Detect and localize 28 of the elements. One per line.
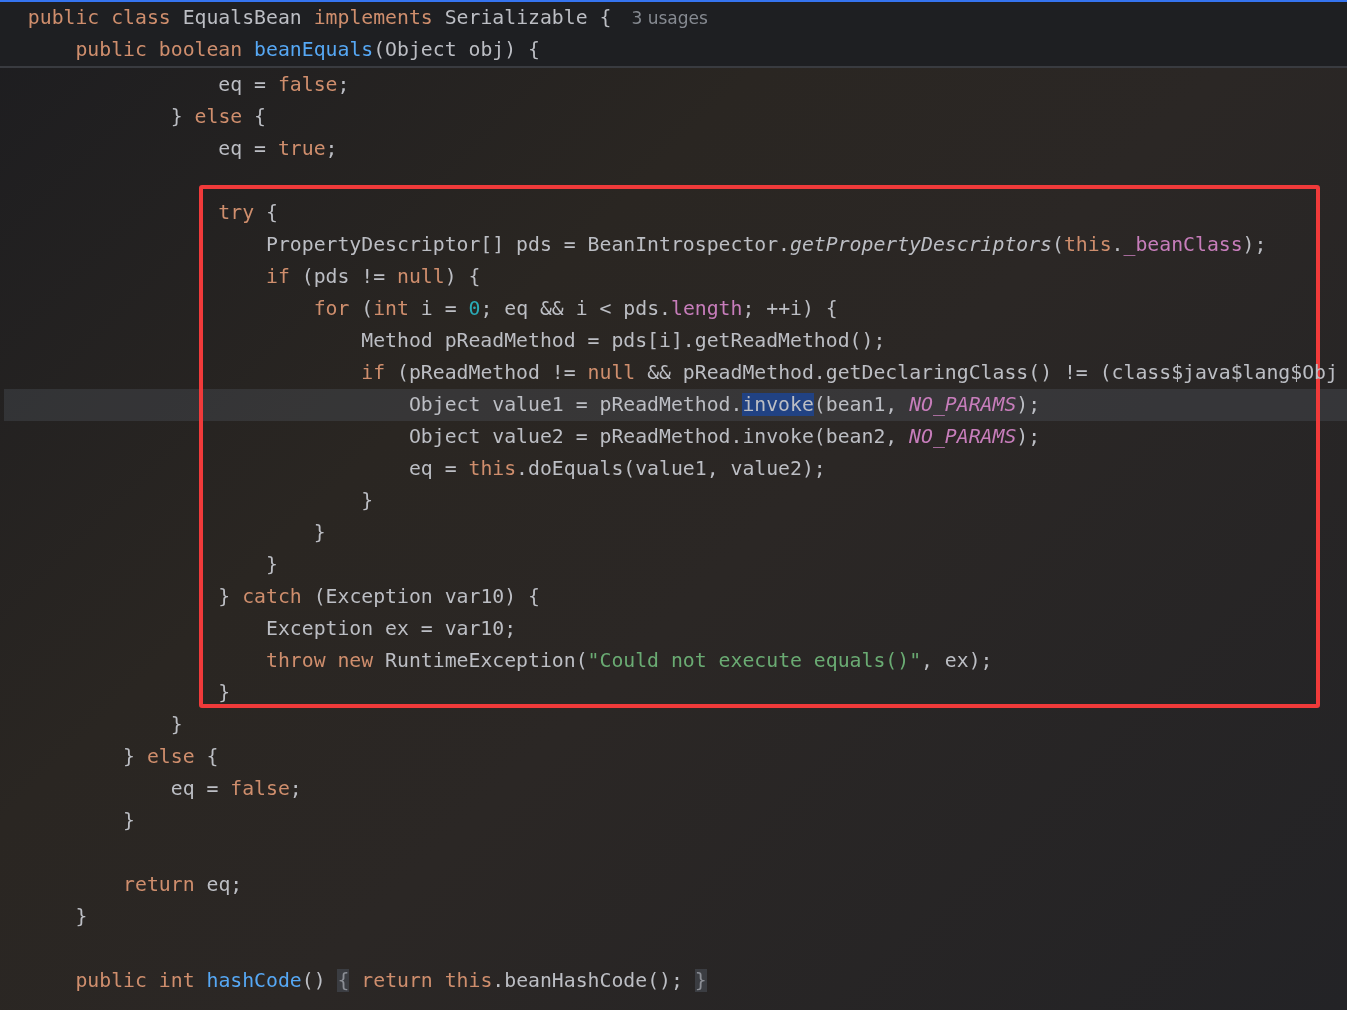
code-line: Object value2 = pReadMethod.invoke(bean2, NO_PARAMS); <box>407 424 1041 450</box>
code-line: } else { <box>122 744 219 770</box>
code-line: Method pReadMethod = pds[i].getReadMethod(); <box>360 328 886 354</box>
code-line: } <box>265 552 278 578</box>
code-line: eq = true; <box>217 136 338 162</box>
code-line: eq = this.doEquals(value1, value2); <box>407 456 826 482</box>
code-line: PropertyDescriptor[] pds = BeanIntrospector.getPropertyDescriptors(this._beanClass); <box>265 232 1267 258</box>
code-line: } <box>217 680 231 706</box>
code-line: public boolean beanEquals(Object obj) { <box>74 37 540 63</box>
code-line: eq = false; <box>169 776 302 802</box>
code-line: eq = false; <box>217 72 350 98</box>
code-line: public int hashCode() { return this.beanHashCode(); } <box>74 968 707 994</box>
code-line: } <box>360 488 374 514</box>
code-line: } catch (Exception var10) { <box>217 584 540 610</box>
code-line: return eq; <box>122 872 243 898</box>
code-line: throw new RuntimeException("Could not execute equals()", ex); <box>265 648 993 674</box>
code-line: } <box>74 904 88 930</box>
code-line: Object value1 = pReadMethod.invoke(bean1, NO_PARAMS); <box>407 392 1041 418</box>
code-line: if (pds != null) { <box>265 264 481 290</box>
code-line: try { <box>217 200 278 226</box>
usages-hint[interactable]: 3 usages <box>631 7 708 29</box>
code-line: } else { <box>169 104 267 130</box>
code-line: } <box>169 712 183 738</box>
code-line: for (int i = 0; eq && i < pds.length; ++i) { <box>312 296 838 322</box>
code-line: public class EqualsBean implements Serializable { <box>26 5 612 31</box>
code-line: } <box>312 520 326 546</box>
code-line: Exception ex = var10; <box>265 616 517 642</box>
code-line: } <box>122 808 135 834</box>
